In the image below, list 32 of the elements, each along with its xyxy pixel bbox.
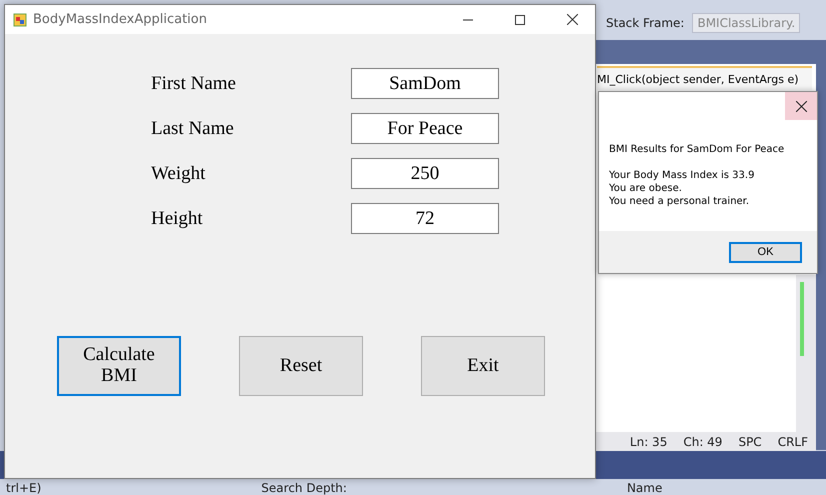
column-header: Name <box>626 480 662 494</box>
field-label: First Name <box>151 72 237 94</box>
form-button[interactable]: Exit <box>421 336 545 396</box>
app-icon <box>13 12 27 26</box>
message-line: You need a personal trainer. <box>609 195 750 208</box>
field-label: Last Name <box>151 118 235 140</box>
text-field[interactable]: For Peace <box>351 113 499 144</box>
ok-button[interactable]: OK <box>729 242 802 262</box>
message-line: Your Body Mass Index is 33.9 <box>609 169 756 182</box>
status-item: CRLF <box>778 434 808 448</box>
close-icon <box>566 14 578 25</box>
status-item: Ln: 35 <box>630 434 668 448</box>
search-depth-label: Search Depth: <box>261 480 347 494</box>
message-heading: BMI Results for SamDom For Peace <box>609 144 786 155</box>
form-button[interactable]: Reset <box>239 336 363 396</box>
method-dropdown[interactable]: MI_Click(object sender, EventArgs e) <box>597 66 812 90</box>
text-field[interactable]: 250 <box>351 158 499 189</box>
close-icon <box>796 100 806 112</box>
status-item: Ch: 49 <box>683 434 722 448</box>
scrollbar[interactable] <box>796 275 816 432</box>
text-field[interactable]: SamDom <box>351 68 499 99</box>
text-field[interactable]: 72 <box>351 203 499 234</box>
message-line: You are obese. <box>609 182 683 195</box>
field-label: Height <box>151 208 204 230</box>
search-hint: trl+E) <box>6 480 42 494</box>
stack-frame-label: Stack Frame: <box>606 16 684 30</box>
maximize-icon <box>515 14 525 24</box>
status-item: SPC <box>738 434 762 448</box>
close-button[interactable] <box>785 92 817 120</box>
window-title: BodyMassIndexApplication <box>33 12 208 27</box>
form-button[interactable]: Calculate BMI <box>57 336 181 396</box>
field-label: Weight <box>151 162 206 184</box>
